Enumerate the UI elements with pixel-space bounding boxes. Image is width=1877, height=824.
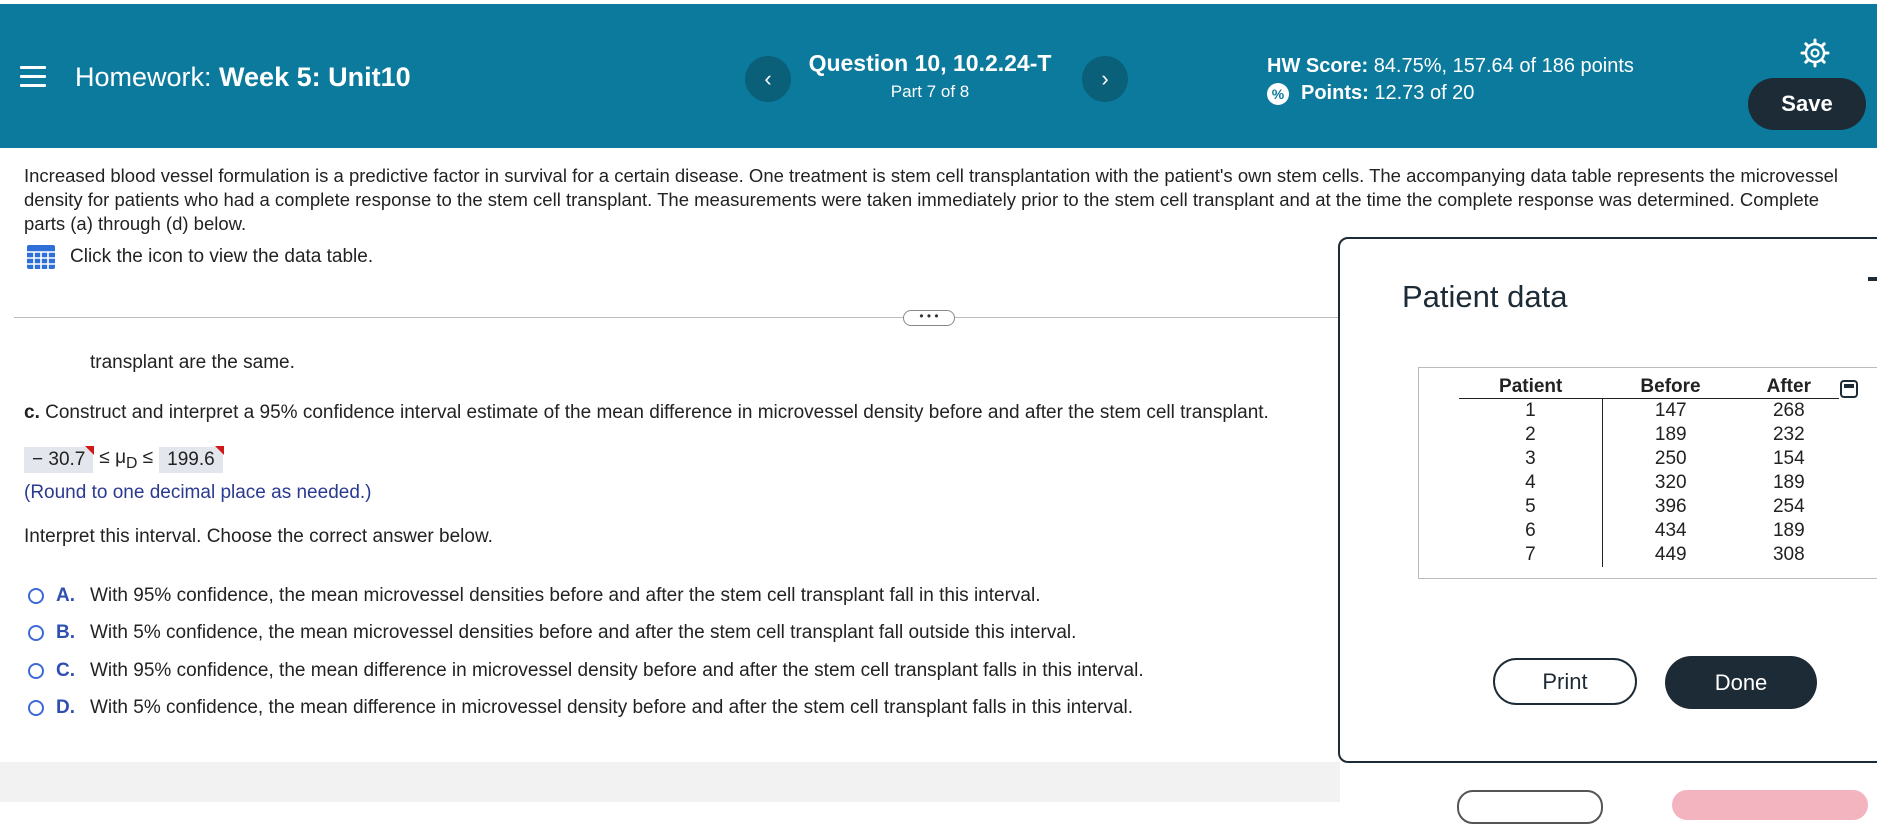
divider — [14, 317, 1339, 318]
incorrect-flag-icon — [85, 446, 95, 455]
hw-score-label: HW Score: — [1267, 55, 1369, 77]
points-label: Points: — [1301, 82, 1369, 104]
cell-patient: 6 — [1459, 519, 1603, 543]
partial-credit-icon: % — [1267, 82, 1289, 105]
cell-after: 189 — [1772, 520, 1805, 541]
cell-before: 320 — [1654, 472, 1687, 493]
ci-upper-value: 199.6 — [167, 449, 215, 470]
option-b[interactable]: B. With 5% confidence, the mean microves… — [28, 622, 1076, 644]
cell-patient: 7 — [1459, 543, 1603, 567]
ci-mu: ≤ μ — [99, 447, 127, 469]
question-title: Question 10, 10.2.24-T — [808, 50, 1052, 76]
next-question-button[interactable]: › — [1082, 56, 1128, 102]
homework-title: Homework: Week 5: Unit10 — [75, 62, 411, 93]
question-part: Part 7 of 8 — [890, 82, 970, 101]
cell-patient: 2 — [1459, 423, 1603, 447]
radio-button[interactable] — [28, 625, 44, 641]
table-row: 5 396 254 — [1459, 495, 1839, 519]
option-letter: B. — [56, 622, 75, 643]
ci-upper-input[interactable]: 199.6 — [159, 446, 224, 473]
data-table-frame: Patient Before After 1 147 268 2 189 232 3 25… — [1418, 367, 1877, 579]
cell-after: 154 — [1772, 448, 1805, 469]
option-letter: A. — [56, 585, 75, 606]
data-table-link[interactable]: Click the icon to view the data table. — [26, 244, 373, 270]
cell-patient: 1 — [1459, 398, 1603, 423]
header-bar: Homework: Week 5: Unit10 ‹ Question 10, … — [0, 4, 1877, 148]
ci-symbol: ≤ μD ≤ — [93, 447, 159, 473]
radio-button[interactable] — [28, 588, 44, 604]
homework-label: Homework: — [75, 62, 212, 92]
radio-button[interactable] — [28, 700, 44, 716]
cell-after: 232 — [1772, 424, 1805, 445]
table-row: 6 434 189 — [1459, 519, 1839, 543]
option-text: With 95% confidence, the mean microvesse… — [90, 585, 1041, 606]
patient-data-dialog: Patient data Patient Before After 1 147 26… — [1338, 237, 1877, 763]
cell-before: 396 — [1654, 496, 1687, 517]
option-c[interactable]: C. With 95% confidence, the mean differe… — [28, 660, 1144, 682]
homework-name: Week 5: Unit10 — [219, 62, 411, 92]
points-value: 12.73 of 20 — [1374, 82, 1475, 104]
column-header: After — [1738, 376, 1839, 399]
table-row: 4 320 189 — [1459, 471, 1839, 495]
table-row: 7 449 308 — [1459, 543, 1839, 567]
question-intro: Increased blood vessel formulation is a … — [24, 165, 1838, 234]
expand-button[interactable]: • • • — [903, 310, 955, 326]
ci-le: ≤ — [142, 447, 154, 469]
ci-subscript: D — [126, 454, 138, 472]
footer-button-right[interactable] — [1672, 790, 1868, 820]
ci-lower-input[interactable]: − 30.7 — [24, 446, 95, 473]
cell-after: 254 — [1772, 496, 1805, 517]
hw-score: HW Score: 84.75%, 157.64 of 186 points — [1267, 55, 1634, 78]
radio-button[interactable] — [28, 663, 44, 679]
cell-before: 434 — [1654, 520, 1687, 541]
table-row: 2 189 232 — [1459, 423, 1839, 447]
footer-area — [0, 762, 1340, 802]
cell-patient: 4 — [1459, 471, 1603, 495]
column-header: Patient — [1459, 376, 1603, 399]
gear-icon[interactable] — [1800, 38, 1830, 68]
option-text: With 5% confidence, the mean difference … — [90, 697, 1134, 718]
option-text: With 5% confidence, the mean microvessel… — [90, 622, 1077, 643]
menu-icon[interactable] — [20, 66, 46, 88]
hw-score-value: 84.75%, 157.64 of 186 points — [1373, 55, 1634, 77]
table-icon[interactable] — [26, 244, 56, 270]
option-letter: C. — [56, 660, 75, 681]
cell-after: 308 — [1772, 544, 1805, 565]
data-table-link-text[interactable]: Click the icon to view the data table. — [70, 246, 373, 268]
previous-part-tail: transplant are the same. — [90, 352, 295, 373]
incorrect-flag-icon — [214, 446, 224, 455]
cell-after: 268 — [1772, 400, 1805, 421]
table-row: 1 147 268 — [1459, 398, 1839, 423]
column-header: Before — [1602, 376, 1739, 399]
cell-before: 189 — [1654, 424, 1687, 445]
cell-before: 449 — [1654, 544, 1687, 565]
print-button[interactable]: Print — [1493, 658, 1637, 705]
table-row: 3 250 154 — [1459, 447, 1839, 471]
option-letter: D. — [56, 697, 75, 718]
part-c-text: Construct and interpret a 95% confidence… — [45, 402, 1269, 423]
part-c-letter: c. — [24, 402, 40, 423]
save-button[interactable]: Save — [1748, 78, 1866, 130]
cell-before: 250 — [1654, 448, 1687, 469]
points: % Points: 12.73 of 20 — [1267, 82, 1474, 105]
dialog-title: Patient data — [1402, 279, 1568, 314]
confidence-interval: − 30.7 ≤ μD ≤ 199.6 — [24, 446, 224, 473]
option-text: With 95% confidence, the mean difference… — [90, 660, 1144, 681]
minimize-icon[interactable] — [1868, 277, 1877, 281]
round-note: (Round to one decimal place as needed.) — [24, 482, 372, 503]
cell-patient: 3 — [1459, 447, 1603, 471]
patient-data-table: Patient Before After 1 147 268 2 189 232 3 25… — [1459, 376, 1839, 567]
interpret-prompt: Interpret this interval. Choose the corr… — [24, 526, 493, 547]
cell-patient: 5 — [1459, 495, 1603, 519]
footer-button-left[interactable] — [1457, 790, 1603, 824]
cell-before: 147 — [1654, 400, 1687, 421]
done-button[interactable]: Done — [1665, 656, 1817, 709]
copy-icon[interactable] — [1840, 380, 1858, 398]
cell-after: 189 — [1772, 472, 1805, 493]
option-d[interactable]: D. With 5% confidence, the mean differen… — [28, 697, 1133, 719]
option-a[interactable]: A. With 95% confidence, the mean microve… — [28, 585, 1040, 607]
part-c-prompt: c. Construct and interpret a 95% confide… — [24, 402, 1269, 424]
ci-lower-value: − 30.7 — [32, 449, 86, 470]
